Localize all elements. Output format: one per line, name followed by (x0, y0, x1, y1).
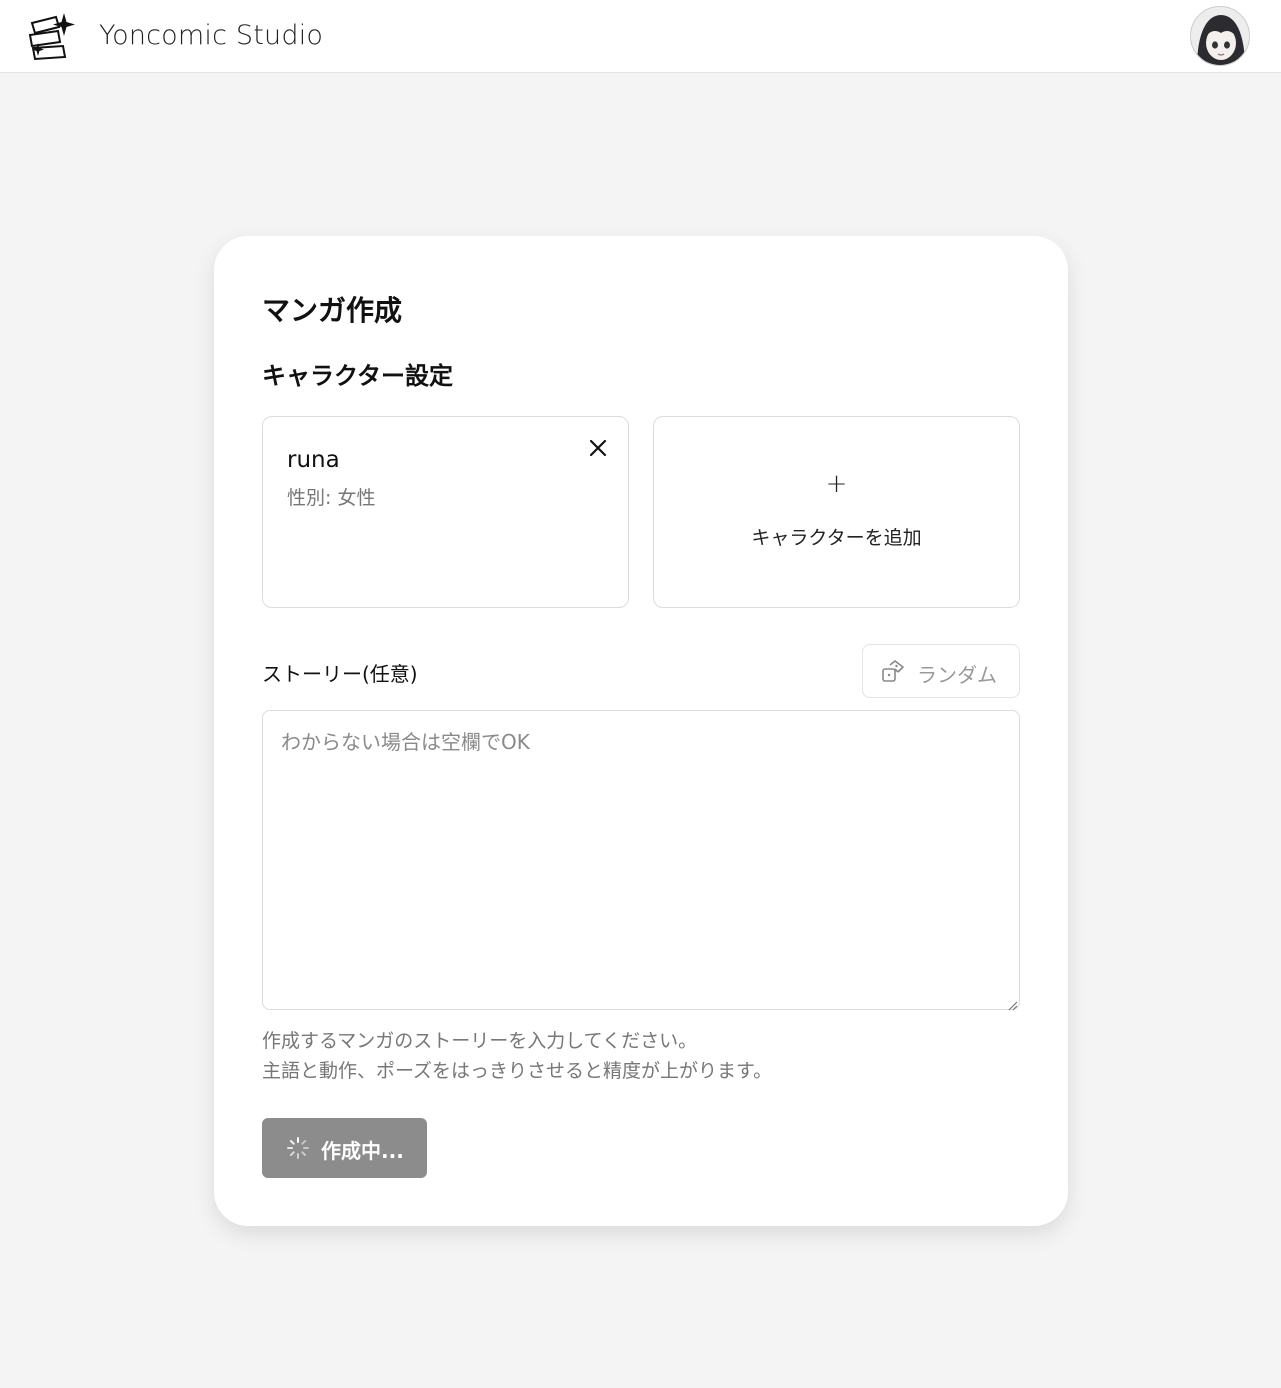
story-help-text: 作成するマンガのストーリーを入力してください。 主語と動作、ポーズをはっきりさせ… (262, 1026, 772, 1086)
help-text-line: 主語と動作、ポーズをはっきりさせると精度が上がります。 (262, 1060, 773, 1082)
create-manga-button[interactable]: 作成中... (262, 1118, 427, 1178)
spinner-icon (286, 1136, 310, 1160)
character-card[interactable]: runa 性別: 女性 (262, 416, 629, 608)
user-avatar[interactable] (1190, 6, 1250, 66)
plus-icon: + (825, 469, 848, 499)
character-gender: 性別: 女性 (287, 487, 376, 509)
create-button-label: 作成中... (321, 1139, 404, 1163)
close-icon[interactable] (585, 435, 611, 461)
random-button-label: ランダム (917, 663, 997, 687)
add-character-button[interactable]: + キャラクターを追加 (653, 416, 1020, 608)
app-title: Yoncomic Studio (99, 20, 324, 51)
help-text-line: 作成するマンガのストーリーを入力してください。 (262, 1030, 698, 1052)
resize-handle-icon[interactable] (1006, 996, 1018, 1011)
top-navigation-bar: Yoncomic Studio (0, 0, 1281, 73)
manga-create-card: マンガ作成 キャラクター設定 runa 性別: 女性 + キャラクターを追加 ス… (214, 236, 1068, 1226)
story-input[interactable] (262, 710, 1020, 1010)
character-name: runa (287, 447, 340, 473)
app-logo-icon[interactable] (26, 11, 76, 63)
random-story-button[interactable]: ランダム (862, 644, 1020, 698)
add-character-label: キャラクターを追加 (751, 527, 922, 549)
dice-icon (880, 659, 906, 685)
story-label: ストーリー(任意) (262, 662, 418, 686)
page-title: マンガ作成 (262, 294, 403, 327)
character-settings-title: キャラクター設定 (262, 362, 454, 390)
